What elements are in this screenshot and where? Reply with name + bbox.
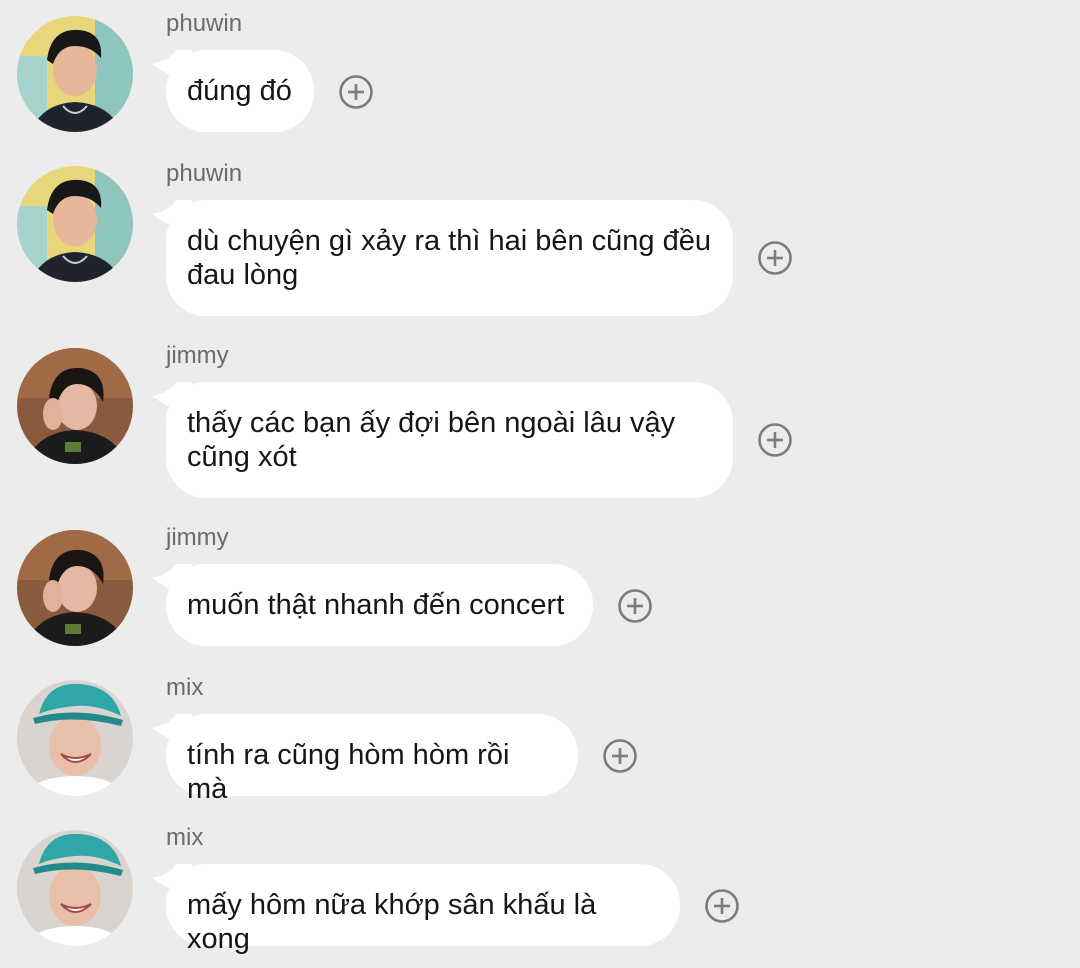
- message-text: muốn thật nhanh đến concert: [187, 589, 565, 621]
- add-reaction-button[interactable]: [757, 422, 793, 458]
- bubble-tail: [152, 50, 192, 80]
- avatar-phuwin[interactable]: [17, 16, 133, 132]
- message-bubble[interactable]: thấy các bạn ấy đợi bên ngoài lâu vậy cũ…: [152, 382, 733, 498]
- add-reaction-button[interactable]: [617, 588, 653, 624]
- sender-name: jimmy: [166, 342, 229, 369]
- plus-circle-icon: [603, 739, 637, 773]
- avatar-jimmy[interactable]: [17, 530, 133, 646]
- sender-name: mix: [166, 824, 204, 851]
- message-text: mấy hôm nữa khớp sân khấu là xong: [187, 889, 597, 955]
- bubble-tail: [152, 200, 192, 230]
- plus-circle-icon: [705, 889, 739, 923]
- plus-circle-icon: [618, 589, 652, 623]
- message-text: tính ra cũng hòm hòm rồi mà: [187, 739, 510, 805]
- bubble-tail: [152, 564, 192, 594]
- sender-name: mix: [166, 674, 204, 701]
- message-bubble[interactable]: đúng đó: [152, 50, 314, 132]
- avatar-phuwin[interactable]: [17, 166, 133, 282]
- message-text: dù chuyện gì xảy ra thì hai bên cũng đều…: [187, 225, 711, 291]
- message-text: thấy các bạn ấy đợi bên ngoài lâu vậy cũ…: [187, 407, 676, 473]
- message-text: đúng đó: [187, 75, 292, 107]
- sender-name: phuwin: [166, 160, 243, 187]
- plus-circle-icon: [758, 423, 792, 457]
- add-reaction-button[interactable]: [602, 738, 638, 774]
- message-bubble[interactable]: muốn thật nhanh đến concert: [152, 564, 593, 646]
- message-bubble[interactable]: tính ra cũng hòm hòm rồi mà: [152, 714, 578, 805]
- add-reaction-button[interactable]: [757, 240, 793, 276]
- add-reaction-button[interactable]: [338, 74, 374, 110]
- plus-circle-icon: [758, 241, 792, 275]
- avatar-mix[interactable]: [17, 830, 133, 946]
- sender-name: phuwin: [166, 10, 243, 37]
- bubble-tail: [152, 382, 192, 412]
- chat-message-list[interactable]: phuwin đúng đó phuwin dù chuyện gì xảy r…: [0, 0, 1080, 968]
- message-bubble[interactable]: mấy hôm nữa khớp sân khấu là xong: [152, 864, 680, 955]
- bubble-tail: [152, 714, 192, 744]
- message-bubble[interactable]: dù chuyện gì xảy ra thì hai bên cũng đều…: [152, 200, 733, 316]
- add-reaction-button[interactable]: [704, 888, 740, 924]
- bubble-tail: [152, 864, 192, 894]
- sender-name: jimmy: [166, 524, 229, 551]
- plus-circle-icon: [339, 75, 373, 109]
- avatar-jimmy[interactable]: [17, 348, 133, 464]
- avatar-mix[interactable]: [17, 680, 133, 796]
